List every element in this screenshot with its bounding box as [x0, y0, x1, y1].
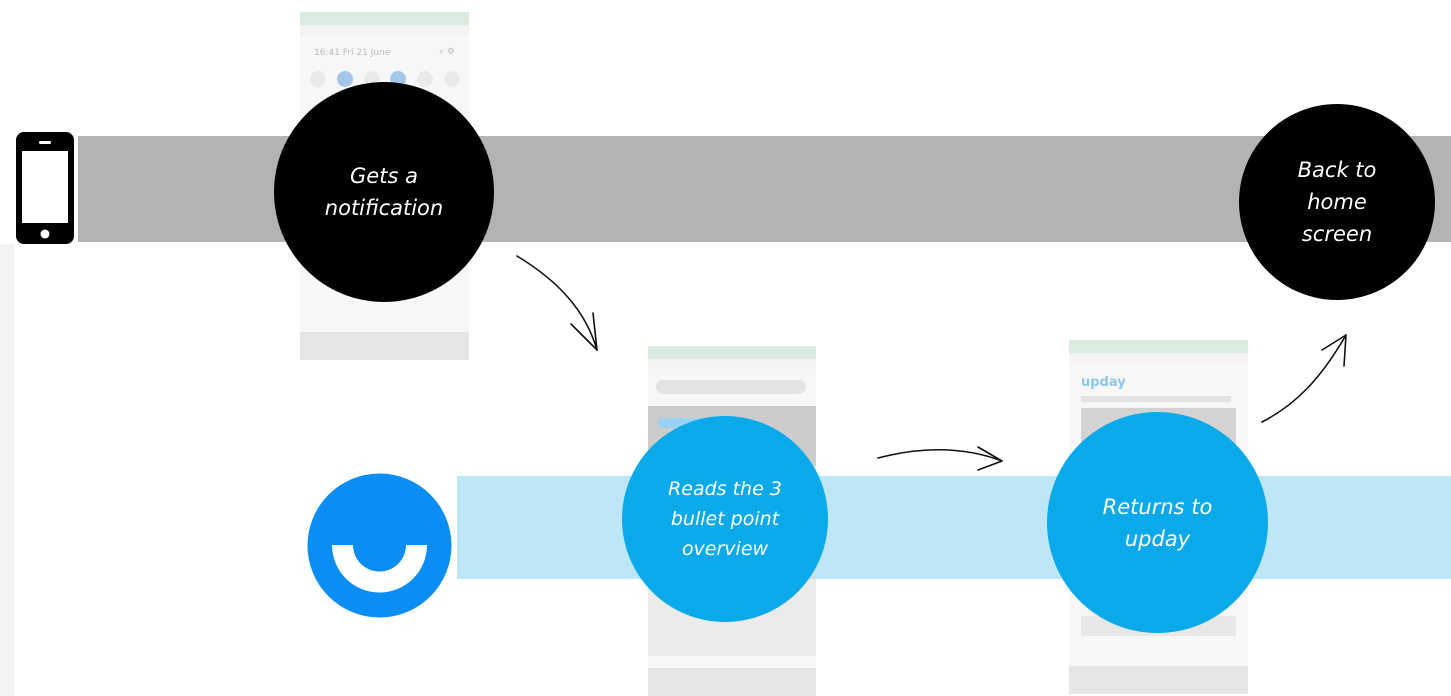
step-label-line: home: [1307, 190, 1367, 214]
upday-logo-icon: [307, 473, 452, 618]
step-label: Reads the 3 bullet point overview: [668, 474, 782, 564]
arrow-overview-to-upday: [877, 446, 1003, 471]
step-label-line: bullet point: [670, 508, 780, 530]
screenshot-top-bar: [1069, 340, 1248, 353]
step-label-line: Returns to: [1102, 494, 1213, 519]
left-margin-strip: [0, 244, 14, 696]
article-header-bar: [656, 380, 806, 394]
arrow-upday-to-home: [1261, 334, 1347, 423]
search-settings-icons: ⌕ ⚙: [439, 47, 455, 57]
notification-time-date: 16:41 Fri 21 June: [314, 48, 391, 58]
screenshot-status-bar: [648, 359, 816, 369]
screenshot-top-bar: [300, 12, 469, 25]
step-label-line: upday: [1124, 526, 1191, 551]
step-label-line: Back to: [1297, 158, 1377, 182]
feed-subheader: [1081, 396, 1231, 402]
step-label-line: Gets a: [350, 164, 418, 188]
step-label-line: Reads the 3: [668, 478, 782, 500]
screenshot-nav-bar: [648, 668, 816, 696]
smartphone-icon: [16, 132, 74, 244]
step-label-line: notification: [324, 196, 444, 220]
step-label: Back to home screen: [1298, 154, 1377, 250]
upday-wordmark: upday: [1081, 375, 1126, 390]
app-lane: [457, 476, 1451, 579]
step-reads-overview: Reads the 3 bullet point overview: [622, 416, 828, 622]
step-back-to-home-screen: Back to home screen: [1239, 104, 1435, 300]
step-label: Gets a notification: [325, 160, 443, 224]
arrow-notification-to-overview: [516, 255, 598, 351]
step-returns-to-upday: Returns to upday: [1047, 412, 1268, 633]
screenshot-status-bar: [1069, 353, 1248, 363]
screenshot-top-bar: [648, 346, 816, 359]
step-label: Returns to upday: [1103, 491, 1213, 555]
screenshot-nav-bar: [1069, 666, 1248, 694]
step-label-line: overview: [681, 538, 769, 560]
screenshot-status-bar: [300, 25, 469, 35]
screenshot-nav-bar: [300, 332, 469, 360]
step-label-line: screen: [1301, 222, 1373, 246]
step-gets-notification: Gets a notification: [274, 82, 494, 302]
